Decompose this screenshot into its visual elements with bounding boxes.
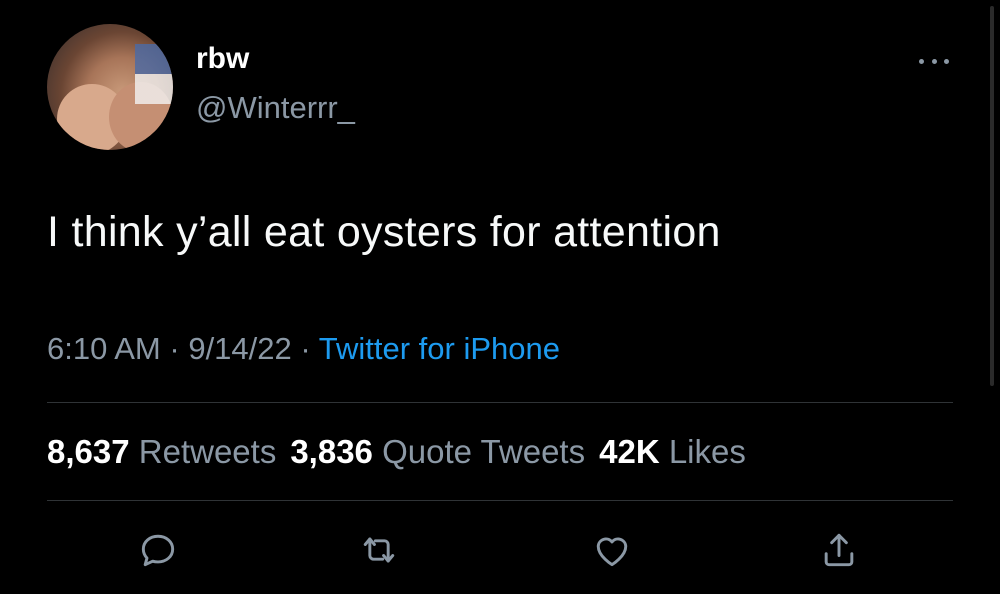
display-name[interactable]: rbw [196,42,249,76]
quote-tweets-stat[interactable]: 3,836 Quote Tweets [290,433,585,470]
tweet-metadata: 6:10 AM · 9/14/22 · Twitter for iPhone [47,331,560,366]
share-icon[interactable] [817,528,861,572]
reply-icon[interactable] [136,528,180,572]
tweet-time[interactable]: 6:10 AM [47,331,161,366]
retweet-icon[interactable] [357,528,401,572]
action-bar [0,528,1000,578]
like-icon[interactable] [590,528,634,572]
divider [47,500,953,501]
more-options-icon[interactable] [919,56,949,66]
tweet-date[interactable]: 9/14/22 [188,331,291,366]
retweets-stat[interactable]: 8,637 Retweets [47,433,276,470]
scrollbar[interactable] [990,6,994,386]
likes-stat[interactable]: 42K Likes [599,433,746,470]
tweet-text: I think y’all eat oysters for attention [47,208,721,256]
tweet-source-link[interactable]: Twitter for iPhone [319,331,560,366]
username-handle[interactable]: @Winterrr_ [196,90,355,126]
avatar[interactable] [47,24,173,150]
tweet-stats: 8,637 Retweets 3,836 Quote Tweets 42K Like… [47,433,746,471]
divider [47,402,953,403]
